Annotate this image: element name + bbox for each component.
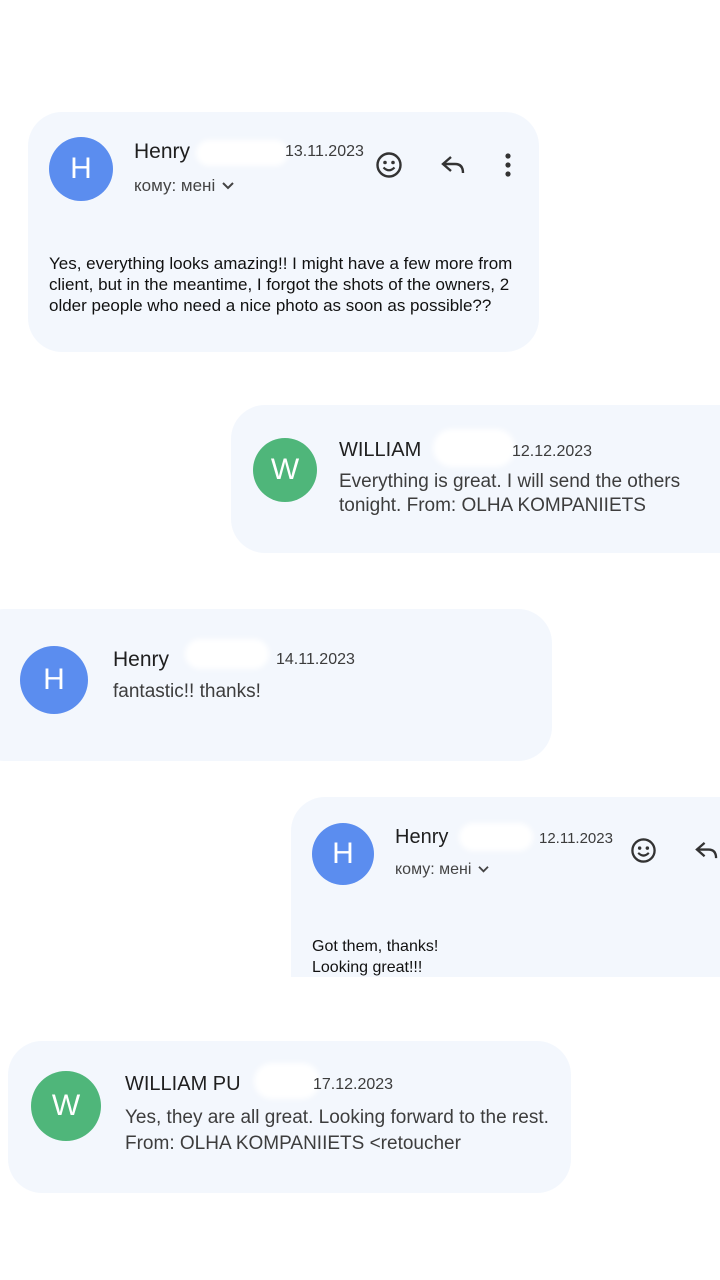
sender-name: WILLIAM (339, 439, 422, 461)
emoji-icon[interactable] (374, 150, 404, 180)
email-preview: Everything is great. I will send the oth… (339, 471, 681, 516)
avatar: H (49, 137, 113, 201)
recipient-toggle[interactable]: кому: мені (134, 176, 235, 196)
sender-name: WILLIAM PU (125, 1073, 241, 1095)
reply-icon[interactable] (438, 150, 468, 180)
email-date: 12.11.2023 (539, 830, 613, 847)
recipient-label: кому: мені (134, 176, 216, 195)
recipient-label: кому: мені (395, 861, 472, 878)
redaction (433, 429, 515, 467)
email-body: Yes, everything looks amazing!! I might … (49, 254, 513, 315)
avatar: H (312, 823, 374, 885)
email-date: 17.12.2023 (313, 1076, 394, 1093)
email-card-4[interactable]: H Henry 12.11.2023 кому: мені Got them, … (291, 797, 720, 977)
sender-name: Henry (113, 648, 170, 671)
chevron-down-icon (221, 176, 235, 196)
email-card-3[interactable]: H Henry 14.11.2023 fantastic!! thanks! (0, 609, 552, 761)
email-preview: Yes, they are all great. Looking forward… (125, 1107, 549, 1154)
avatar: W (31, 1071, 101, 1141)
email-preview: fantastic!! thanks! (113, 681, 261, 702)
email-date: 14.11.2023 (276, 651, 355, 668)
email-card-2[interactable]: W WILLIAM 12.12.2023 Everything is great… (231, 405, 720, 553)
redaction (254, 1063, 320, 1099)
avatar: H (20, 646, 88, 714)
email-date: 13.11.2023 (285, 143, 364, 160)
email-body-line-1: Got them, thanks! (312, 938, 439, 955)
sender-name: Henry (134, 140, 191, 163)
recipient-toggle[interactable]: кому: мені (395, 861, 490, 879)
reply-icon[interactable] (691, 837, 720, 863)
avatar: W (253, 438, 317, 502)
email-body-line-2: Looking great!!! (312, 959, 423, 976)
redaction (459, 823, 533, 851)
email-card-5[interactable]: W WILLIAM PU 17.12.2023 Yes, they are al… (8, 1041, 571, 1193)
sender-name: Henry (395, 826, 449, 848)
redaction (196, 140, 288, 166)
email-date: 12.12.2023 (512, 443, 593, 460)
redaction (185, 639, 269, 669)
emoji-icon[interactable] (628, 835, 658, 865)
chevron-down-icon (477, 861, 490, 879)
more-vert-icon[interactable] (498, 150, 518, 180)
email-card-1[interactable]: H Henry 13.11.2023 кому: мені Yes, every… (28, 112, 539, 352)
